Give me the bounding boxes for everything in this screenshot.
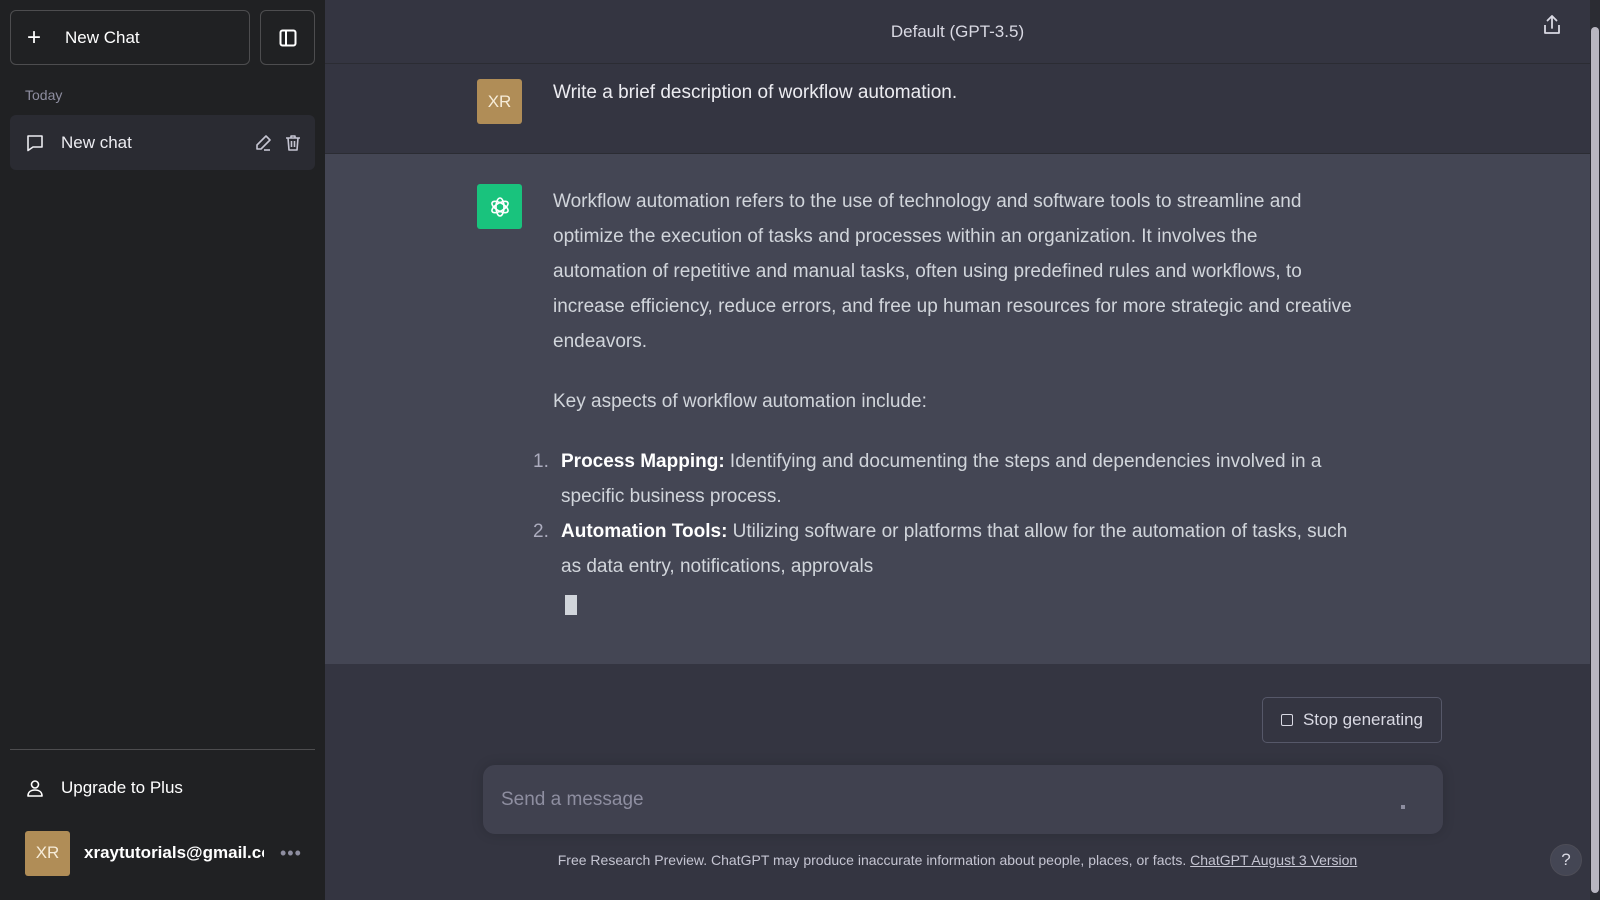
help-button[interactable]: ? <box>1550 844 1582 876</box>
assistant-message: Workflow automation refers to the use of… <box>325 154 1590 664</box>
stop-generating-button[interactable]: Stop generating <box>1262 697 1442 743</box>
chatgpt-logo-icon <box>477 184 522 229</box>
sidebar-divider <box>10 749 315 750</box>
edit-pencil-icon[interactable] <box>253 133 273 153</box>
message-composer <box>483 765 1443 834</box>
version-link[interactable]: ChatGPT August 3 Version <box>1190 852 1357 868</box>
assistant-message-text: Workflow automation refers to the use of… <box>533 184 1353 619</box>
streaming-cursor <box>565 594 577 615</box>
user-message-text: Write a brief description of workflow au… <box>553 82 958 103</box>
share-icon[interactable] <box>1542 14 1562 36</box>
main-area: Default (GPT-3.5) XR Write a brief descr… <box>325 0 1590 900</box>
stop-square-icon <box>1280 714 1293 726</box>
upgrade-to-plus-button[interactable]: Upgrade to Plus <box>10 765 315 811</box>
list-item-title: Process Mapping: <box>561 451 725 472</box>
plus-icon: + <box>27 23 42 51</box>
account-email: xraytutorials@gmail.com <box>84 843 264 862</box>
assistant-paragraph: Workflow automation refers to the use of… <box>553 191 1352 352</box>
list-item: 1. Process Mapping: Identifying and docum… <box>533 444 1353 514</box>
list-number: 2. <box>533 521 549 542</box>
top-bar: Default (GPT-3.5) <box>325 0 1590 64</box>
user-avatar: XR <box>477 79 522 124</box>
scrollbar-thumb[interactable] <box>1591 27 1599 893</box>
scrollbar[interactable] <box>1590 0 1600 900</box>
sidebar-chat-item[interactable]: New chat <box>10 115 315 170</box>
section-label-today: Today <box>25 87 63 103</box>
list-number: 1. <box>533 451 549 472</box>
account-menu[interactable]: XR xraytutorials@gmail.com ••• <box>10 825 315 881</box>
sidebar-panel-icon <box>279 29 296 46</box>
user-message: XR Write a brief description of workflow… <box>325 64 1590 154</box>
new-chat-button[interactable]: + New Chat <box>10 10 250 65</box>
upgrade-label: Upgrade to Plus <box>61 778 183 797</box>
account-avatar: XR <box>25 830 70 876</box>
assistant-paragraph: Key aspects of workflow automation inclu… <box>553 391 927 412</box>
assistant-list: 1. Process Mapping: Identifying and docum… <box>533 444 1353 584</box>
new-chat-label: New Chat <box>65 27 140 47</box>
message-input[interactable] <box>501 765 1361 834</box>
footer-disclaimer: Free Research Preview. ChatGPT may produ… <box>325 852 1590 868</box>
list-item: 2. Automation Tools: Utilizing software o… <box>533 514 1353 584</box>
list-item-title: Automation Tools: <box>561 521 728 542</box>
stop-generating-label: Stop generating <box>1302 710 1424 729</box>
user-icon <box>27 780 43 797</box>
trash-icon[interactable] <box>283 133 303 153</box>
model-title: Default (GPT-3.5) <box>890 21 1025 41</box>
sidebar: + New Chat Today New chat Upgrade to Plu… <box>0 0 325 900</box>
toggle-sidebar-button[interactable] <box>260 10 315 65</box>
chat-bubble-icon <box>27 134 43 151</box>
more-options-icon[interactable]: ••• <box>280 843 302 864</box>
chat-item-label: New chat <box>61 132 132 152</box>
disclaimer-text: Free Research Preview. ChatGPT may produ… <box>557 852 1191 868</box>
send-button-loading-icon[interactable] <box>1401 805 1405 809</box>
